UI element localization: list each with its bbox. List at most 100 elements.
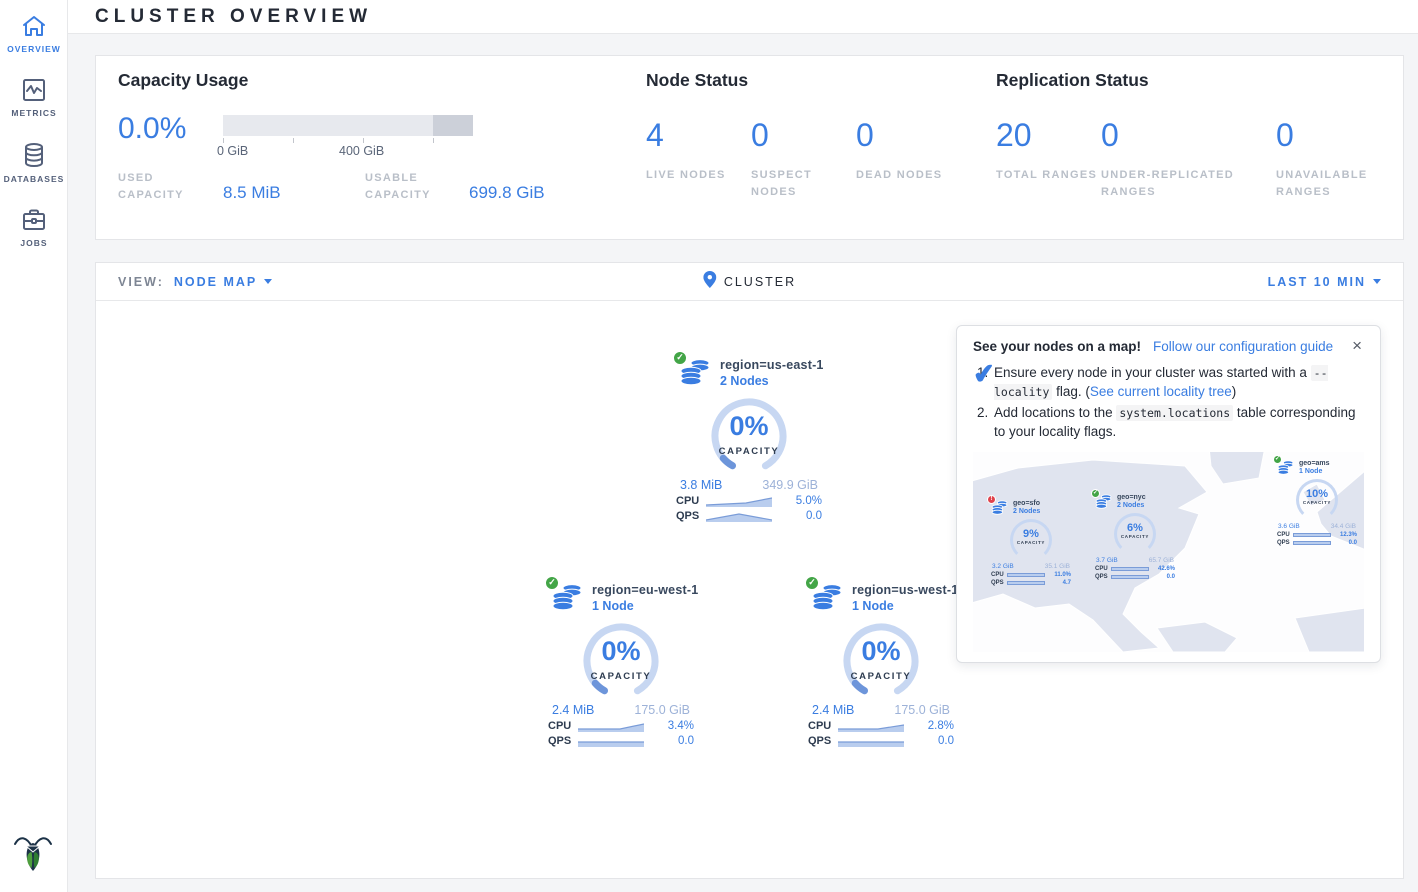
capacity-gauge: 0% CAPACITY (577, 621, 665, 697)
suspect-nodes-value: 0 (751, 115, 856, 155)
healthy-check-icon: ✓ (1091, 489, 1100, 498)
popup-title: See your nodes on a map! (973, 339, 1141, 354)
cpu-value: 2.8% (928, 720, 954, 732)
cpu-label: CPU (676, 495, 706, 507)
total-ranges-value: 20 (996, 115, 1101, 155)
suspect-nodes-stat: 0 SUSPECT NODES (751, 115, 856, 201)
chevron-down-icon (264, 279, 272, 284)
region-title: region=us-west-1 (852, 583, 958, 597)
breadcrumb-cluster[interactable]: CLUSTER (724, 275, 796, 289)
dead-nodes-stat: 0 DEAD NODES (856, 115, 961, 201)
unavailable-ranges-label: UNAVAILABLE RANGES (1276, 167, 1416, 201)
usable-capacity-label: USABLE CAPACITY (365, 170, 469, 204)
cluster-summary-panel: Capacity Usage 0.0% 0 GiB 400 GiB (95, 55, 1404, 240)
page-title: CLUSTER OVERVIEW (95, 6, 372, 27)
cpu-value: 5.0% (796, 495, 822, 507)
capacity-tick-label-400: 400 GiB (339, 144, 384, 158)
qps-value: 0.0 (806, 510, 822, 522)
region-used-capacity: 2.4 MiB (552, 703, 594, 717)
mini-qps-sparkline (1007, 581, 1045, 585)
close-icon[interactable]: × (1350, 338, 1364, 354)
qps-label: QPS (676, 510, 706, 522)
jobs-icon (0, 208, 68, 232)
mini-region-title: geo=nyc (1117, 494, 1146, 501)
total-ranges-label: TOTAL RANGES (996, 167, 1101, 184)
capacity-percent: 0% (705, 411, 793, 442)
unavailable-ranges-value: 0 (1276, 115, 1418, 155)
node-stack-icon (1095, 497, 1112, 514)
under-replicated-ranges-label: UNDER-REPLICATED RANGES (1101, 167, 1241, 201)
node-stack-icon (551, 600, 583, 617)
used-capacity-value: 8.5 MiB (223, 183, 365, 204)
step-text: Add locations to the (994, 405, 1116, 420)
step-text: Ensure every node in your cluster was st… (994, 365, 1311, 380)
node-stack-icon (991, 503, 1008, 520)
healthy-check-icon: ✓ (545, 576, 559, 590)
view-selector-dropdown[interactable]: NODE MAP (174, 275, 272, 289)
dead-nodes-value: 0 (856, 115, 961, 155)
capacity-bar-chart: 0 GiB 400 GiB (223, 111, 473, 158)
region-node-count[interactable]: 1 Node (592, 599, 698, 613)
mini-capacity-gauge: 6% CAPACITY (1114, 513, 1156, 555)
popup-steps: ✔ 1. Ensure every node in your cluster w… (977, 364, 1364, 442)
region-total-capacity: 175.0 GiB (634, 703, 690, 717)
live-nodes-value: 4 (646, 115, 751, 155)
qps-value: 0.0 (678, 735, 694, 747)
sidebar-item-overview[interactable]: OVERVIEW (0, 0, 68, 64)
capacity-percent: 0% (577, 636, 665, 667)
metrics-icon (0, 78, 68, 102)
step-text: ) (1232, 384, 1237, 399)
region-card-us-east-1[interactable]: ✓ region=us-east-1 (667, 358, 831, 522)
capacity-axis-ticks (223, 136, 473, 143)
region-total-capacity: 175.0 GiB (894, 703, 950, 717)
node-stack-icon (679, 375, 711, 392)
mini-qps-sparkline (1111, 575, 1149, 579)
mini-node-count: 2 Nodes (1117, 502, 1146, 509)
qps-sparkline (578, 735, 644, 747)
cpu-sparkline (706, 495, 772, 507)
sidebar-item-jobs[interactable]: JOBS (0, 194, 68, 258)
replication-status-title: Replication Status (996, 70, 1418, 91)
chevron-down-icon (1373, 279, 1381, 284)
mini-capacity-gauge: 10% CAPACITY (1296, 479, 1338, 521)
region-card-us-west-1[interactable]: ✓ region=us-west-1 (799, 583, 963, 747)
healthy-check-icon: ✓ (673, 351, 687, 365)
capacity-percent: 0.0% (118, 111, 223, 158)
node-map-container: VIEW: NODE MAP CLUSTER LAST 10 MIN (95, 262, 1404, 879)
mini-used: 3.2 GiB (992, 563, 1014, 570)
mini-cpu-sparkline (1007, 573, 1045, 577)
sidebar-item-metrics[interactable]: METRICS (0, 64, 68, 128)
region-node-count[interactable]: 1 Node (852, 599, 958, 613)
time-range-dropdown[interactable]: LAST 10 MIN (1268, 275, 1381, 289)
region-title: region=eu-west-1 (592, 583, 698, 597)
capacity-label: CAPACITY (705, 446, 793, 457)
capacity-usage-section: Capacity Usage 0.0% 0 GiB 400 GiB (118, 70, 545, 204)
region-card-eu-west-1[interactable]: ✓ region=eu-west-1 (539, 583, 703, 747)
sidebar-item-label: OVERVIEW (0, 44, 68, 54)
under-replicated-ranges-stat: 0 UNDER-REPLICATED RANGES (1101, 115, 1276, 201)
step-number: 2. (977, 404, 994, 442)
region-used-capacity: 2.4 MiB (812, 703, 854, 717)
sidebar-item-databases[interactable]: DATABASES (0, 128, 68, 194)
node-stack-icon (811, 600, 843, 617)
mini-region-title: geo=sfo (1013, 500, 1040, 507)
under-replicated-ranges-value: 0 (1101, 115, 1276, 155)
view-bar: VIEW: NODE MAP CLUSTER LAST 10 MIN (96, 263, 1403, 301)
databases-icon (0, 142, 68, 168)
mini-region-title: geo=ams (1299, 460, 1330, 467)
qps-value: 0.0 (938, 735, 954, 747)
sidebar-item-label: JOBS (0, 238, 68, 248)
region-node-count[interactable]: 2 Nodes (720, 374, 824, 388)
popup-step-1: 1. Ensure every node in your cluster was… (977, 364, 1364, 402)
locality-tree-link[interactable]: See current locality tree (1090, 384, 1232, 399)
popup-step-2: 2. Add locations to the system.locations… (977, 404, 1364, 442)
qps-label: QPS (808, 735, 838, 747)
main-content: CLUSTER OVERVIEW Capacity Usage 0.0% 0 G… (68, 0, 1418, 879)
live-nodes-stat: 4 LIVE NODES (646, 115, 751, 201)
region-total-capacity: 349.9 GiB (762, 478, 818, 492)
minimap-preview: ! geo=sfo 2 Nodes (973, 452, 1364, 652)
sidebar-item-label: METRICS (0, 108, 68, 118)
cpu-value: 3.4% (668, 720, 694, 732)
mini-total: 65.7 GiB (1149, 557, 1174, 564)
configuration-guide-link[interactable]: Follow our configuration guide (1153, 339, 1333, 354)
